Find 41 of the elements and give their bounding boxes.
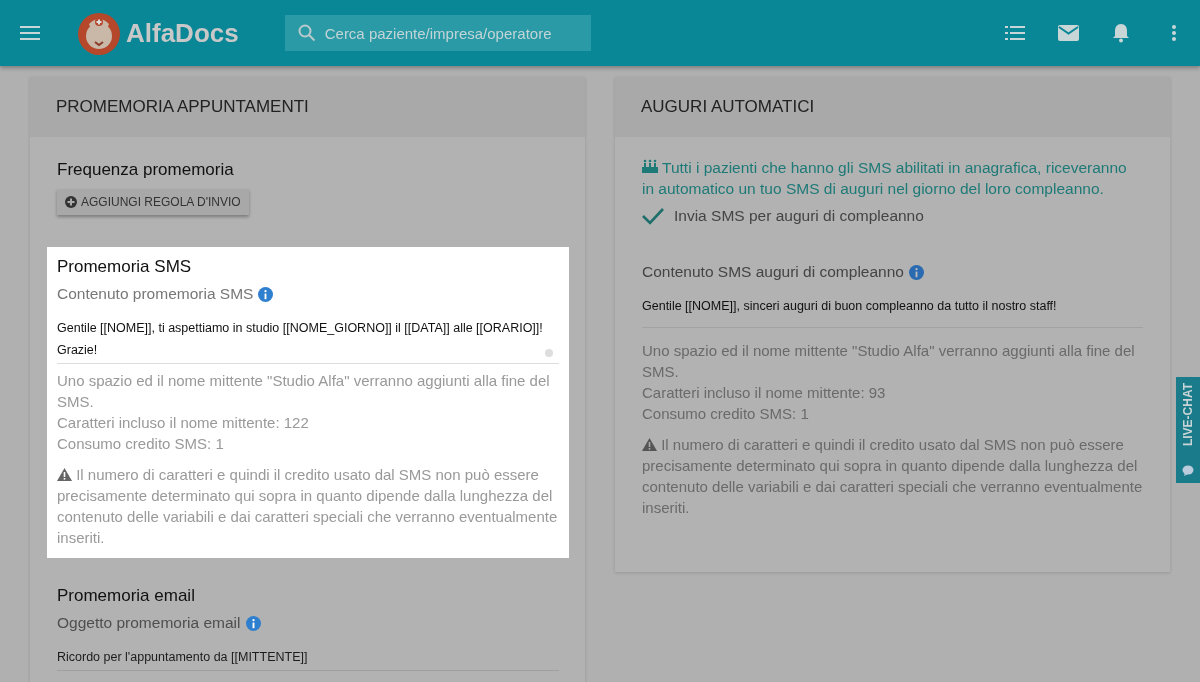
note-text: Caratteri incluso il nome mittente: 93	[642, 383, 887, 403]
warning-text: Il numero di caratteri e quindi il credito usato dal SMS non può essere precisamente determinato qui sopra in quanto dipende dalla lunghezza del contenuto delle variabili e dai caratteri speciali che verranno eventualmente inseriti.	[642, 435, 1143, 518]
text-area[interactable]: Gentile [[NOME]], ti aspettiamo in studio [[NOME_GIORNO]] il [[DATA]] alle [[ORARIO]]! Grazie!	[57, 317, 559, 364]
note-text: Uno spazio ed il nome mittente "Studio Alfa" verranno aggiunti alla fine del SMS.	[57, 371, 551, 412]
field-label: Contenuto promemoria SMS	[57, 285, 254, 303]
info-icon[interactable]	[245, 615, 261, 631]
card-title: PROMEMORIA APPUNTAMENTI	[56, 97, 309, 117]
cake-icon	[642, 159, 658, 173]
info-icon[interactable]	[258, 286, 274, 302]
section-title: Promemoria email	[57, 586, 196, 606]
section-title: Frequenza promemoria	[56, 160, 235, 180]
card-title: AUGURI AUTOMATICI	[641, 97, 815, 117]
chat-icon	[1181, 465, 1195, 477]
resize-handle[interactable]	[545, 349, 553, 357]
menu-icon[interactable]	[20, 26, 40, 40]
text-area[interactable]: Ricordo per l'appuntamento da [[MITTENTE]]	[57, 646, 559, 671]
note-text: Consumo credito SMS: 1	[57, 434, 225, 454]
lion-logo-icon	[76, 10, 122, 56]
info-text: Tutti i pazienti che hanno gli SMS abilitati in anagrafica, riceveranno in automatico un tuo SMS di auguri nel giorno del loro compleanno.	[642, 158, 1128, 199]
search-icon	[297, 24, 316, 42]
field-label: Contenuto SMS auguri di compleanno	[642, 263, 904, 281]
info-icon[interactable]	[908, 264, 924, 280]
warning-icon	[642, 438, 657, 451]
more-icon[interactable]	[1172, 25, 1176, 41]
field-label: Oggetto promemoria email	[57, 614, 241, 632]
bell-icon[interactable]	[1112, 23, 1130, 43]
warning-icon	[57, 468, 72, 481]
checkmark-icon[interactable]	[642, 207, 664, 225]
section-title: Promemoria SMS	[57, 257, 193, 277]
note-text: Uno spazio ed il nome mittente "Studio Alfa" verranno aggiunti alla fine del SMS.	[642, 341, 1136, 382]
add-rule-button[interactable]: AGGIUNGI REGOLA D'INVIO	[57, 189, 249, 215]
note-text: Caratteri incluso il nome mittente: 122	[57, 413, 310, 433]
text-area[interactable]: Gentile [[NOME]], sinceri auguri di buon compleanno da tutto il nostro staff!	[642, 295, 1143, 328]
list-icon[interactable]	[1005, 26, 1025, 40]
plus-circle-icon	[65, 196, 77, 208]
mail-icon[interactable]	[1058, 25, 1079, 41]
checkbox-label: Invia SMS per auguri di compleanno	[674, 207, 924, 225]
brand-name: AlfaDocs	[126, 17, 239, 49]
search-field[interactable]: Cerca paziente/impresa/operatore	[284, 15, 591, 51]
note-text: Consumo credito SMS: 1	[642, 404, 810, 424]
warning-text: Il numero di caratteri e quindi il credito usato dal SMS non può essere precisamente determinato qui sopra in quanto dipende dalla lunghezza del contenuto delle variabili e dai caratteri speciali che verranno eventualmente inseriti.	[57, 465, 559, 548]
